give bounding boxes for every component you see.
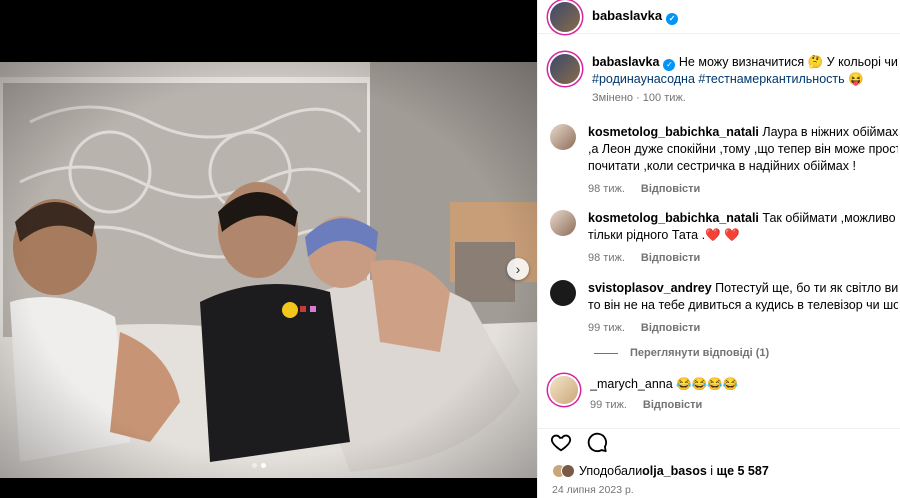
comment-icon[interactable] [586,431,608,453]
comment-username[interactable]: kosmetolog_babichka_natali [588,125,759,139]
comment-text: kosmetolog_babichka_natali Так обіймати … [588,210,898,267]
comment-username[interactable]: kosmetolog_babichka_natali [588,211,759,225]
post-date: 24 липня 2023 р. [552,484,634,496]
post-header: babaslavka ✓ [538,0,900,34]
caption-hashtags[interactable]: #родинаунасодна #тестнамеркантильность 😝 [592,71,900,88]
commenter-avatar[interactable] [550,210,576,236]
author-avatar[interactable] [550,1,580,32]
comment-time: 99 тиж. [590,399,627,411]
commenter-avatar[interactable] [550,376,578,404]
commenter-avatar[interactable] [550,280,576,306]
caption-username[interactable]: babaslavka [592,55,659,69]
carousel-indicator [252,463,266,468]
comment-line: почитати ,коли сестричка в надійних обій… [588,159,856,173]
caption-avatar[interactable] [550,54,580,84]
post-actions [538,428,900,455]
comment-time: 99 тиж. [588,322,625,334]
comment-text: svistoplasov_andrey Потестуй ще, бо ти я… [588,280,898,337]
likes-middle: і [706,464,717,478]
replies-divider [594,352,618,354]
caption-text: babaslavka ✓ Не можу визначитися 🤔 У коль… [592,54,900,107]
caption-meta: Змінено · 100 тиж. [592,92,686,104]
commenter-avatar[interactable] [550,124,576,150]
liker-avatar [561,464,575,478]
chevron-right-icon: › [515,261,521,277]
view-replies-label[interactable]: Переглянути відповіді (1) [630,347,769,359]
comment-username[interactable]: svistoplasov_andrey [588,281,712,295]
carousel-dot-active [261,463,266,468]
post-media: › [0,0,537,498]
caption: babaslavka ✓ Не можу визначитися 🤔 У коль… [550,54,900,107]
reply-button[interactable]: Відповісти [641,252,700,264]
author-username-text[interactable]: babaslavka [592,8,662,23]
comment-item: kosmetolog_babichka_natali Лаура в ніжни… [550,124,898,198]
likes-count[interactable]: ще 5 587 [717,464,769,478]
view-replies-button[interactable]: Переглянути відповіді (1) [594,347,769,359]
comment-line: Лаура в ніжних обіймах тата [762,125,898,139]
comment-time: 98 тиж. [588,252,625,264]
carousel-dot [252,463,257,468]
reply-button[interactable]: Відповісти [641,183,700,195]
likes-user[interactable]: olja_basos [642,464,707,478]
comment-time: 98 тиж. [588,183,625,195]
post-sidebar: babaslavka ✓ babaslavka ✓ Не можу визначит… [537,0,900,498]
carousel-next-button[interactable]: › [507,258,529,280]
comment-item: svistoplasov_andrey Потестуй ще, бо ти я… [550,280,898,337]
reply-button[interactable]: Відповісти [641,322,700,334]
likes-prefix: Уподобали [579,464,643,478]
comment-item: kosmetolog_babichka_natali Так обіймати … [550,210,898,267]
comment-line: ,а Леон дуже спокійни ,тому ,що тепер ві… [588,142,898,156]
caption-body: Не можу визначитися 🤔 У кольорі чи ЧБ? [678,55,900,69]
comment-line: тільки рідного Тата .❤️ ❤️ [588,228,740,242]
comment-line: то він не на тебе дивиться а кудись в те… [588,298,898,312]
comment-text: _marych_anna 😂😂😂😂 99 тиж. Відповісти [590,376,900,414]
reply-button[interactable]: Відповісти [643,399,702,411]
comment-item: _marych_anna 😂😂😂😂 99 тиж. Відповісти [550,376,900,414]
comment-line: Так обіймати ,можливо [762,211,896,225]
comment-line: Потестуй ще, бо ти як світло вимкнеш [715,281,898,295]
comment-line: 😂😂😂😂 [676,377,739,391]
comment-text: kosmetolog_babichka_natali Лаура в ніжни… [588,124,898,198]
post-photo [0,62,537,478]
author-username[interactable]: babaslavka ✓ [592,8,679,25]
family-photo-illustration [0,62,537,478]
likes-summary: Уподобали olja_basos і ще 5 587 [552,464,769,478]
heart-icon[interactable] [550,431,572,453]
verified-badge-icon: ✓ [663,59,676,71]
verified-badge-icon: ✓ [666,13,679,25]
comment-username[interactable]: _marych_anna [590,377,673,391]
